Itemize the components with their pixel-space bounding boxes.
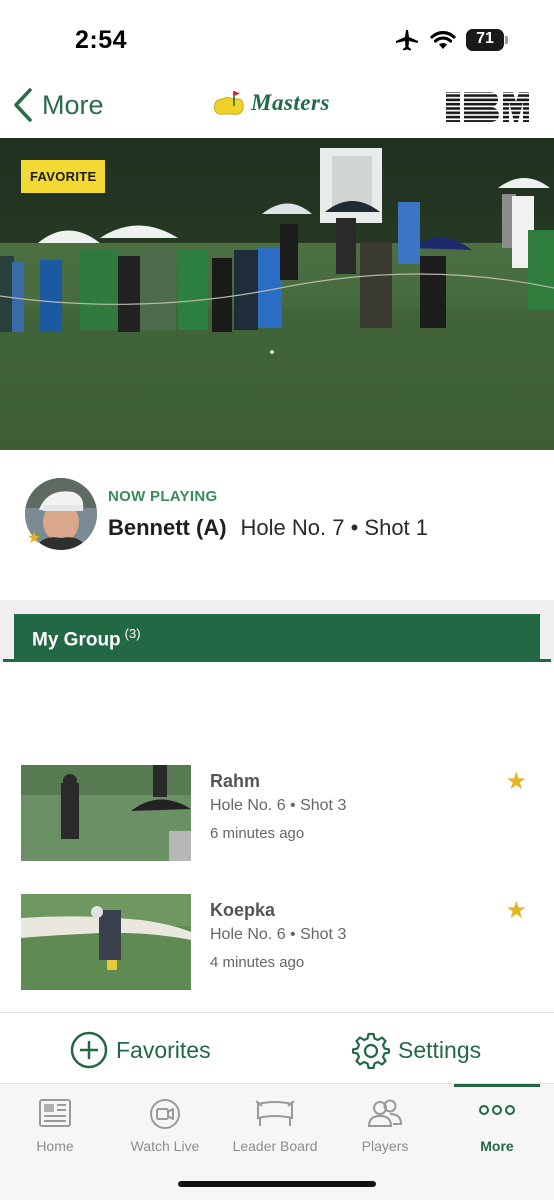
status-bar: 2:54 71 [0, 0, 554, 82]
now-playing-detail: Hole No. 7 • Shot 1 [240, 515, 429, 540]
favorite-star-icon[interactable]: ★ [505, 896, 527, 925]
shot-thumbnail [21, 894, 191, 990]
masters-logo: Masters [213, 88, 330, 118]
home-indicator [178, 1181, 376, 1187]
ibm-logo [446, 90, 530, 129]
tab-watch-live-label: Watch Live [130, 1138, 200, 1154]
airplane-icon [396, 30, 418, 51]
ibm-logo-mark [446, 92, 529, 122]
shot-player-name: Rahm [210, 771, 261, 791]
shot-time: 6 minutes ago [210, 825, 305, 842]
group-divider [3, 659, 551, 662]
favorite-badge: FAVORITE [21, 160, 106, 193]
status-time: 2:54 [75, 26, 128, 54]
favorite-star-icon[interactable]: ★ [505, 767, 527, 796]
augusta-map-flag-icon [213, 91, 244, 115]
my-group-title: My Group [32, 629, 121, 651]
battery-level: 71 [476, 30, 494, 47]
shot-player-name: Koepka [210, 900, 276, 920]
tab-my-group[interactable]: My Group (3) [14, 614, 540, 662]
shot-detail: Hole No. 6 • Shot 3 [210, 926, 347, 943]
video-player[interactable]: FAVORITE [0, 138, 554, 450]
shot-thumbnail [21, 765, 191, 861]
settings-button[interactable]: Settings [352, 1031, 481, 1069]
back-label: More [42, 89, 104, 120]
settings-label: Settings [398, 1036, 482, 1063]
add-circle-icon [70, 1031, 108, 1069]
list-item[interactable]: Koepka Hole No. 6 • Shot 3 4 minutes ago… [21, 894, 533, 990]
chevron-left-icon [14, 88, 32, 122]
gear-icon [352, 1032, 390, 1069]
leaderboard-icon [255, 1100, 295, 1126]
tab-home-label: Home [36, 1138, 74, 1154]
tab-leader-board[interactable]: Leader Board [220, 1084, 330, 1164]
wifi-icon [430, 31, 456, 49]
shot-time: 4 minutes ago [210, 954, 305, 971]
video-camera-icon [150, 1099, 180, 1129]
tab-players-label: Players [361, 1138, 409, 1154]
tab-more[interactable]: More [442, 1084, 552, 1164]
now-playing-section: ★ NOW PLAYING Bennett (A) Hole No. 7 • S… [0, 450, 554, 600]
tab-watch-live[interactable]: Watch Live [110, 1084, 220, 1164]
more-dots-icon [479, 1105, 515, 1115]
tab-home[interactable]: Home [0, 1084, 110, 1164]
my-group-count: (3) [124, 626, 141, 641]
tab-players[interactable]: Players [330, 1084, 440, 1164]
status-icons: 71 [394, 28, 508, 52]
favorite-star-icon: ★ [27, 530, 42, 547]
players-icon [367, 1099, 403, 1127]
list-item[interactable]: Rahm Hole No. 6 • Shot 3 6 minutes ago ★ [21, 765, 533, 861]
shot-detail: Hole No. 6 • Shot 3 [210, 797, 347, 814]
masters-wordmark: Masters [251, 90, 330, 115]
newspaper-icon [39, 1099, 71, 1127]
now-playing-player: Bennett (A) [108, 515, 227, 540]
battery-indicator: 71 [466, 29, 508, 51]
back-button[interactable]: More [12, 86, 104, 124]
favorites-button[interactable]: Favorites [70, 1031, 211, 1069]
active-tab-indicator [454, 1084, 540, 1087]
favorites-label: Favorites [116, 1036, 211, 1063]
now-playing-label: NOW PLAYING [108, 488, 218, 505]
action-bar: Favorites Settings [0, 1012, 554, 1084]
nav-header: More Masters [0, 82, 554, 138]
tab-leader-board-label: Leader Board [232, 1138, 318, 1154]
my-group-section: My Group (3) [0, 600, 554, 662]
tab-more-label: More [480, 1138, 514, 1154]
